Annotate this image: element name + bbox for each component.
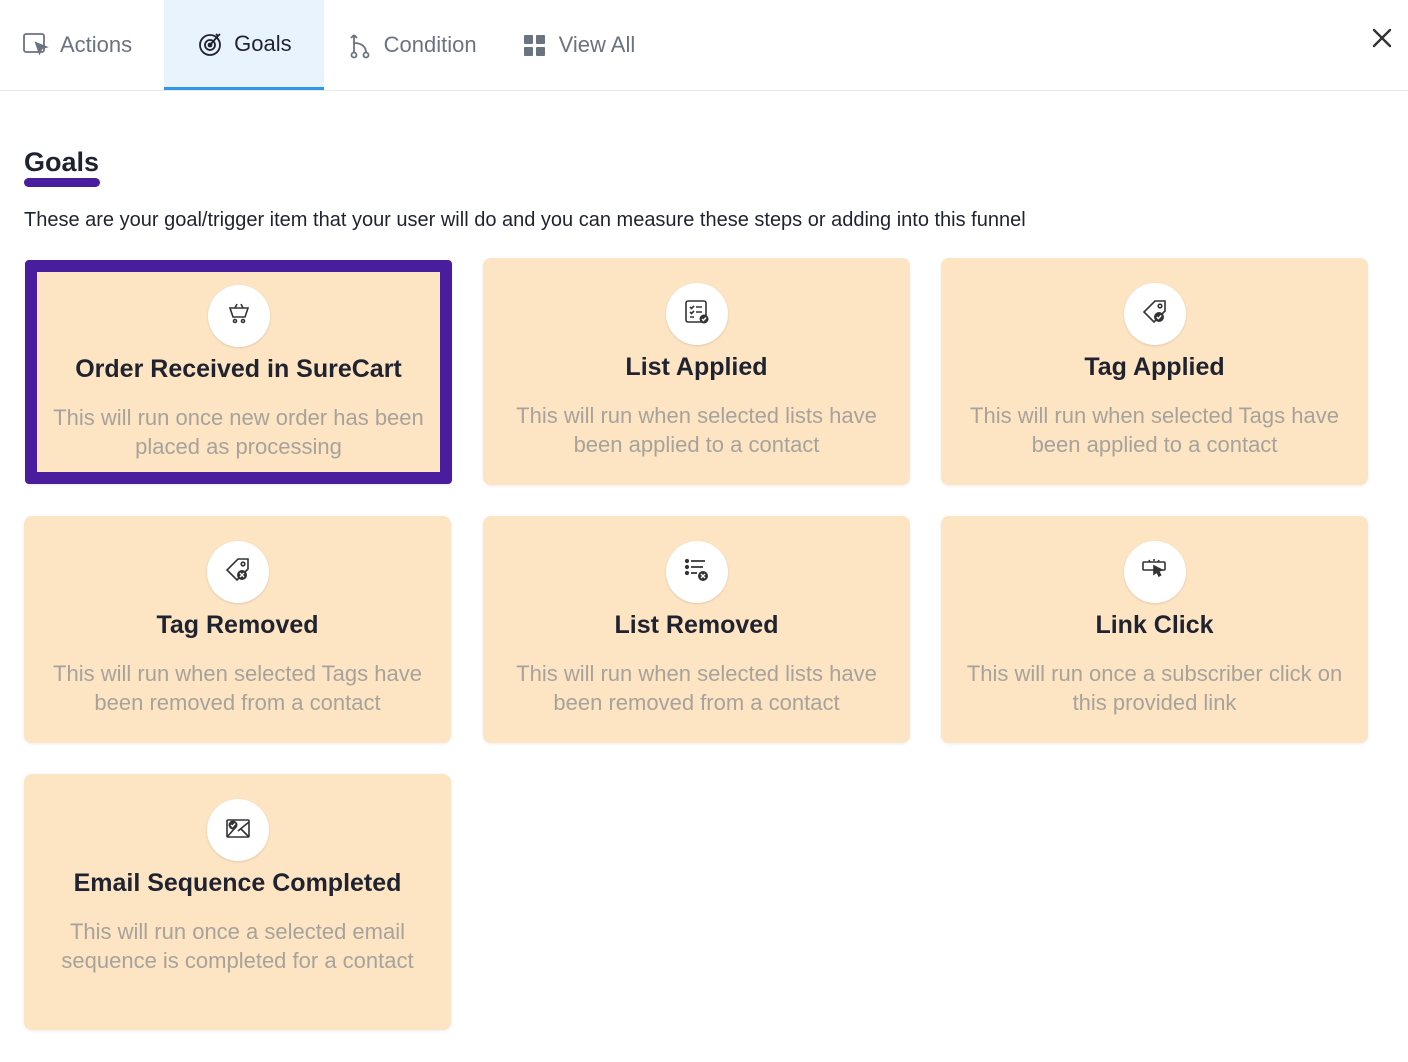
target-icon bbox=[196, 30, 224, 58]
section-title: Goals bbox=[24, 147, 100, 177]
close-button[interactable] bbox=[1366, 24, 1398, 56]
tab-actions[interactable]: Actions bbox=[0, 0, 164, 90]
card-description: This will run once a selected email sequ… bbox=[61, 919, 414, 973]
card-icon-badge bbox=[1123, 541, 1186, 603]
list-remove-icon bbox=[683, 556, 711, 589]
card-icon-badge bbox=[665, 541, 728, 603]
tab-bar: Actions Goals Condition View All bbox=[0, 0, 1408, 91]
card-description: This will run once a subscriber click on… bbox=[966, 661, 1343, 715]
card-description: This will run once new order has been pl… bbox=[53, 405, 424, 459]
title-underline bbox=[24, 178, 100, 187]
tag-remove-icon bbox=[224, 556, 252, 589]
card-description: This will run when selected lists have b… bbox=[516, 403, 877, 457]
tab-goals[interactable]: Goals bbox=[164, 0, 324, 90]
tab-condition-label: Condition bbox=[383, 32, 477, 57]
goal-card-tag-removed[interactable]: Tag Removed This will run when selected … bbox=[24, 516, 451, 743]
branch-icon bbox=[346, 31, 374, 59]
card-icon-badge bbox=[206, 541, 269, 603]
cursor-icon bbox=[22, 31, 50, 59]
tab-goals-label: Goals bbox=[234, 30, 292, 56]
tag-check-icon bbox=[1141, 298, 1169, 331]
card-icon-badge bbox=[665, 283, 728, 345]
goal-card-order-received[interactable]: Order Received in SureCart This will run… bbox=[25, 260, 452, 484]
card-title: Tag Applied bbox=[1084, 353, 1225, 381]
card-icon-badge bbox=[1123, 283, 1186, 345]
section-description: These are your goal/trigger item that yo… bbox=[24, 209, 1026, 231]
card-description: This will run when selected Tags have be… bbox=[53, 661, 422, 715]
card-description: This will run when selected lists have b… bbox=[516, 661, 877, 715]
card-icon-badge bbox=[206, 799, 269, 861]
link-click-icon bbox=[1141, 556, 1169, 589]
card-icon-badge bbox=[207, 285, 270, 347]
goal-card-link-click[interactable]: Link Click This will run once a subscrib… bbox=[941, 516, 1368, 743]
tab-condition[interactable]: Condition bbox=[324, 0, 499, 90]
goal-card-list-applied[interactable]: List Applied This will run when selected… bbox=[483, 258, 910, 485]
card-title: Tag Removed bbox=[156, 611, 319, 639]
cart-icon bbox=[226, 301, 252, 332]
tab-view-all-label: View All bbox=[558, 32, 636, 57]
card-title: List Removed bbox=[614, 611, 779, 639]
list-check-icon bbox=[683, 298, 711, 331]
close-icon bbox=[1371, 27, 1393, 54]
grid-icon bbox=[521, 31, 549, 59]
goal-card-tag-applied[interactable]: Tag Applied This will run when selected … bbox=[941, 258, 1368, 485]
goal-card-list-removed[interactable]: List Removed This will run when selected… bbox=[483, 516, 910, 743]
tab-actions-label: Actions bbox=[60, 32, 133, 57]
email-check-icon bbox=[224, 814, 252, 847]
card-title: Link Click bbox=[1095, 611, 1214, 639]
goal-card-email-sequence-completed[interactable]: Email Sequence Completed This will run o… bbox=[24, 774, 451, 1030]
tab-view-all[interactable]: View All bbox=[499, 0, 658, 90]
card-title: Email Sequence Completed bbox=[73, 869, 402, 897]
card-title: List Applied bbox=[625, 353, 768, 381]
card-title: Order Received in SureCart bbox=[75, 355, 402, 383]
card-description: This will run when selected Tags have be… bbox=[970, 403, 1339, 457]
